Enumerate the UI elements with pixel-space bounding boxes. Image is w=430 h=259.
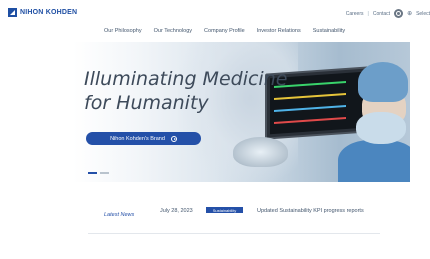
nav-item-investor-relations[interactable]: Investor Relations (257, 28, 301, 34)
nav-item-company-profile[interactable]: Company Profile (204, 28, 245, 34)
hero-banner: Illuminating Medicine for Humanity Nihon… (18, 42, 410, 182)
news-headline-link[interactable]: Updated Sustainability KPI progress repo… (257, 208, 364, 214)
carousel-dot-2[interactable] (100, 172, 109, 174)
surgeon-cap (358, 62, 408, 102)
news-date: July 28, 2023 (160, 208, 193, 214)
brand-video-button[interactable]: Nihon Kohden's Brand (86, 132, 201, 145)
carousel-indicators (88, 172, 109, 174)
surgical-lamp-image (233, 137, 288, 167)
latest-news-label[interactable]: Latest News (104, 212, 134, 218)
logo[interactable]: NIHON KOHDEN (8, 8, 77, 17)
globe-icon: ⊕ (407, 11, 413, 17)
news-category-badge: Sustainability (206, 207, 243, 213)
surgeon-mask (356, 112, 406, 144)
surgeon-body (338, 140, 410, 182)
hero-headline-line2: for Humanity (84, 92, 209, 114)
nav-item-technology[interactable]: Our Technology (154, 28, 192, 34)
play-icon (170, 135, 177, 142)
utility-links: Careers | Contact ⊕ Select (346, 9, 430, 18)
careers-link[interactable]: Careers (346, 11, 364, 17)
main-nav: Our Philosophy Our Technology Company Pr… (104, 28, 345, 34)
language-select[interactable]: Select (416, 11, 430, 17)
page: NIHON KOHDEN Careers | Contact ⊕ Select … (0, 0, 430, 259)
search-icon[interactable] (394, 9, 404, 18)
logo-mark-icon (8, 8, 17, 17)
latest-news-section: Latest News July 28, 2023 Sustainability… (88, 196, 380, 234)
carousel-dot-1[interactable] (88, 172, 97, 174)
contact-link[interactable]: Contact (373, 11, 390, 17)
divider (88, 233, 380, 234)
hero-headline: Illuminating Medicine for Humanity (84, 67, 287, 115)
nav-item-philosophy[interactable]: Our Philosophy (104, 28, 142, 34)
brand-button-label: Nihon Kohden's Brand (110, 135, 165, 142)
logo-text: NIHON KOHDEN (20, 9, 78, 16)
separator: | (367, 10, 369, 17)
nav-item-sustainability[interactable]: Sustainability (313, 28, 345, 34)
hero-headline-line1: Illuminating Medicine (84, 68, 288, 90)
